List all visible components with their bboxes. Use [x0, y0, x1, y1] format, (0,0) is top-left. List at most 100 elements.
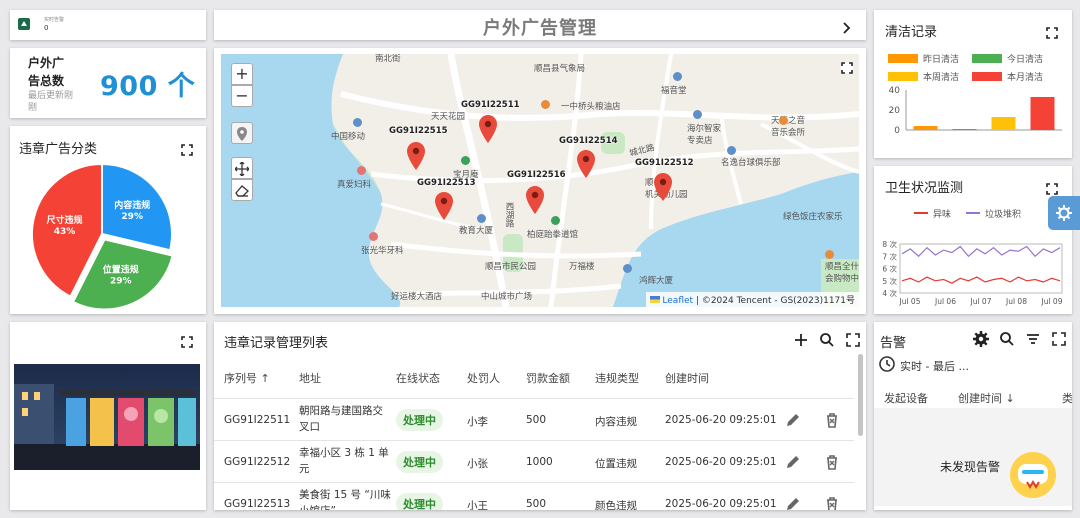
- map-place: 一中桥头粮油店: [561, 102, 621, 112]
- y-tick-label: 4 次: [882, 288, 897, 298]
- status-badge: 处理中: [396, 493, 443, 510]
- search-icon[interactable]: [998, 330, 1016, 348]
- leaflet-link[interactable]: Leaflet: [662, 296, 693, 306]
- time-filter[interactable]: 实时 - 最后 ...: [900, 358, 969, 374]
- map-place: 专卖店: [687, 136, 713, 146]
- series-line[interactable]: [901, 276, 1061, 284]
- map-background: [221, 54, 859, 307]
- fullscreen-icon[interactable]: [1050, 330, 1068, 348]
- total-ads-value: 900 个: [100, 71, 196, 102]
- violation-table-title: 违章记录管理列表: [224, 336, 329, 351]
- x-tick-label: Jul 07: [970, 297, 992, 306]
- filter-icon[interactable]: [1024, 330, 1042, 348]
- poi-icon: [369, 232, 378, 241]
- map-place: 南北街: [375, 54, 401, 64]
- col-header-type[interactable]: 违规类型: [595, 370, 639, 386]
- page-header: 户外广告管理: [214, 10, 866, 40]
- poi-icon: [727, 146, 736, 155]
- cell-type: 位置违规: [595, 458, 637, 470]
- add-icon[interactable]: [792, 331, 810, 349]
- delete-icon[interactable]: [823, 453, 841, 471]
- map-marker[interactable]: [577, 150, 595, 178]
- series-line[interactable]: [901, 245, 1061, 258]
- y-tick-label: 6 次: [882, 264, 897, 274]
- attribution-text: | ©2024 Tencent - GS(2023)1171号: [693, 296, 855, 306]
- billboard-image-card: [10, 322, 206, 510]
- map-marker[interactable]: [526, 186, 544, 214]
- locate-pin-button[interactable]: [231, 122, 253, 144]
- search-icon[interactable]: [818, 331, 836, 349]
- assistant-robot-icon[interactable]: [1010, 452, 1056, 498]
- table-row[interactable]: GG91I22513 美食街 15 号 “川味小馆店” 处理中 小王 500 颜…: [214, 482, 854, 510]
- poi-icon: [541, 100, 550, 109]
- pie-slice-percent: 29%: [110, 276, 132, 286]
- edit-icon[interactable]: [784, 411, 802, 429]
- marker-label: GG91I22513: [417, 178, 476, 188]
- map-canvas[interactable]: 南北街 顺昌县气象局 天天花园 一中桥头粮油店 福音堂 中国移动 海尔智家 专卖…: [221, 54, 859, 307]
- map-marker[interactable]: [654, 173, 672, 201]
- chevron-right-icon[interactable]: [840, 19, 852, 34]
- col-header-type[interactable]: 类: [1062, 390, 1072, 406]
- map-fullscreen-icon[interactable]: [841, 62, 853, 74]
- marker-label: GG91I22515: [389, 126, 448, 136]
- total-ads-label: 户外广告总数: [28, 56, 65, 88]
- col-header-person[interactable]: 处罚人: [467, 370, 500, 386]
- map-place: 柏庭跆拳道馆: [527, 230, 579, 240]
- marker-label: GG91I22516: [507, 170, 566, 180]
- delete-icon[interactable]: [823, 495, 841, 510]
- map-marker[interactable]: [435, 192, 453, 220]
- marker-label: GG91I22511: [461, 100, 520, 110]
- map-marker[interactable]: [407, 142, 425, 170]
- map-place: 天籁之音: [771, 116, 806, 126]
- poi-icon: [693, 110, 702, 119]
- map-place: 好运楼大酒店: [391, 292, 443, 302]
- table-scrollbar[interactable]: [858, 354, 863, 436]
- cell-person: 小李: [467, 416, 488, 428]
- cell-fine: 500: [526, 498, 547, 510]
- table-row[interactable]: GG91I22512 幸福小区 3 栋 1 单元 处理中 小张 1000 位置违…: [214, 440, 854, 482]
- col-header-time[interactable]: 创建时间: [665, 370, 709, 386]
- fullscreen-icon[interactable]: [181, 336, 193, 348]
- delete-icon[interactable]: [823, 411, 841, 429]
- poi-icon: [673, 72, 682, 81]
- cell-id: GG91I22511: [224, 414, 291, 426]
- map-place: 音乐会所: [771, 128, 806, 138]
- bar[interactable]: [991, 117, 1016, 130]
- col-header-address[interactable]: 地址: [299, 370, 321, 386]
- gear-icon[interactable]: [972, 330, 990, 348]
- marker-label: GG91I22512: [635, 158, 694, 168]
- sort-asc-icon: ↑: [260, 372, 270, 385]
- edit-icon[interactable]: [784, 495, 802, 510]
- move-tool-button[interactable]: [231, 157, 253, 179]
- page-title: 户外广告管理: [483, 18, 597, 39]
- cleaning-record-card: 清洁记录 昨日清洁 今日清洁 本周清洁 本月清洁 0 20 40: [874, 10, 1072, 158]
- pie-slice-label: 位置违规: [103, 263, 139, 275]
- edit-icon[interactable]: [784, 453, 802, 471]
- map-marker[interactable]: [479, 115, 497, 143]
- clock-icon: [878, 355, 896, 373]
- eraser-tool-button[interactable]: [231, 179, 253, 201]
- cell-person: 小王: [467, 500, 488, 510]
- y-tick-label: 5 次: [882, 276, 897, 286]
- cell-time: 2025-06-20 09:25:01: [665, 456, 777, 468]
- map-place: 名逸台球俱乐部: [721, 158, 781, 168]
- mini-card-label: 实时告警: [44, 17, 65, 23]
- hygiene-line-chart: 8 次 7 次 6 次 5 次 4 次Jul 05 Jul 06 Jul 07 Jul 08 J…: [882, 239, 1063, 306]
- bar[interactable]: [913, 126, 938, 130]
- col-header-id[interactable]: 序列号 ↑: [224, 370, 270, 386]
- x-tick-label: Jul 09: [1041, 297, 1063, 306]
- settings-side-button[interactable]: [1048, 196, 1080, 230]
- zoom-out-button[interactable]: −: [231, 85, 253, 107]
- col-header-status[interactable]: 在线状态: [396, 370, 440, 386]
- bar[interactable]: [1030, 97, 1055, 130]
- map-place: 天天花园: [431, 112, 466, 122]
- col-header-device[interactable]: 发起设备: [884, 390, 928, 406]
- bar[interactable]: [952, 129, 977, 130]
- fullscreen-icon[interactable]: [844, 331, 862, 349]
- col-header-created[interactable]: 创建时间 ↓: [958, 390, 1015, 406]
- hygiene-monitor-card: 卫生状况监测 异味 垃圾堆积 8 次7 次6 次5 次4 次 Jul 05 Jul …: [874, 166, 1072, 314]
- table-row[interactable]: GG91I22511 朝阳路与建国路交叉口 处理中 小李 500 内容违规 20…: [214, 398, 854, 440]
- zoom-in-button[interactable]: +: [231, 63, 253, 85]
- violation-category-card: 违章广告分类 内容违规 29% 位置违规 29% 尺寸违规 43%: [10, 126, 206, 314]
- col-header-fine[interactable]: 罚款金额: [526, 370, 570, 386]
